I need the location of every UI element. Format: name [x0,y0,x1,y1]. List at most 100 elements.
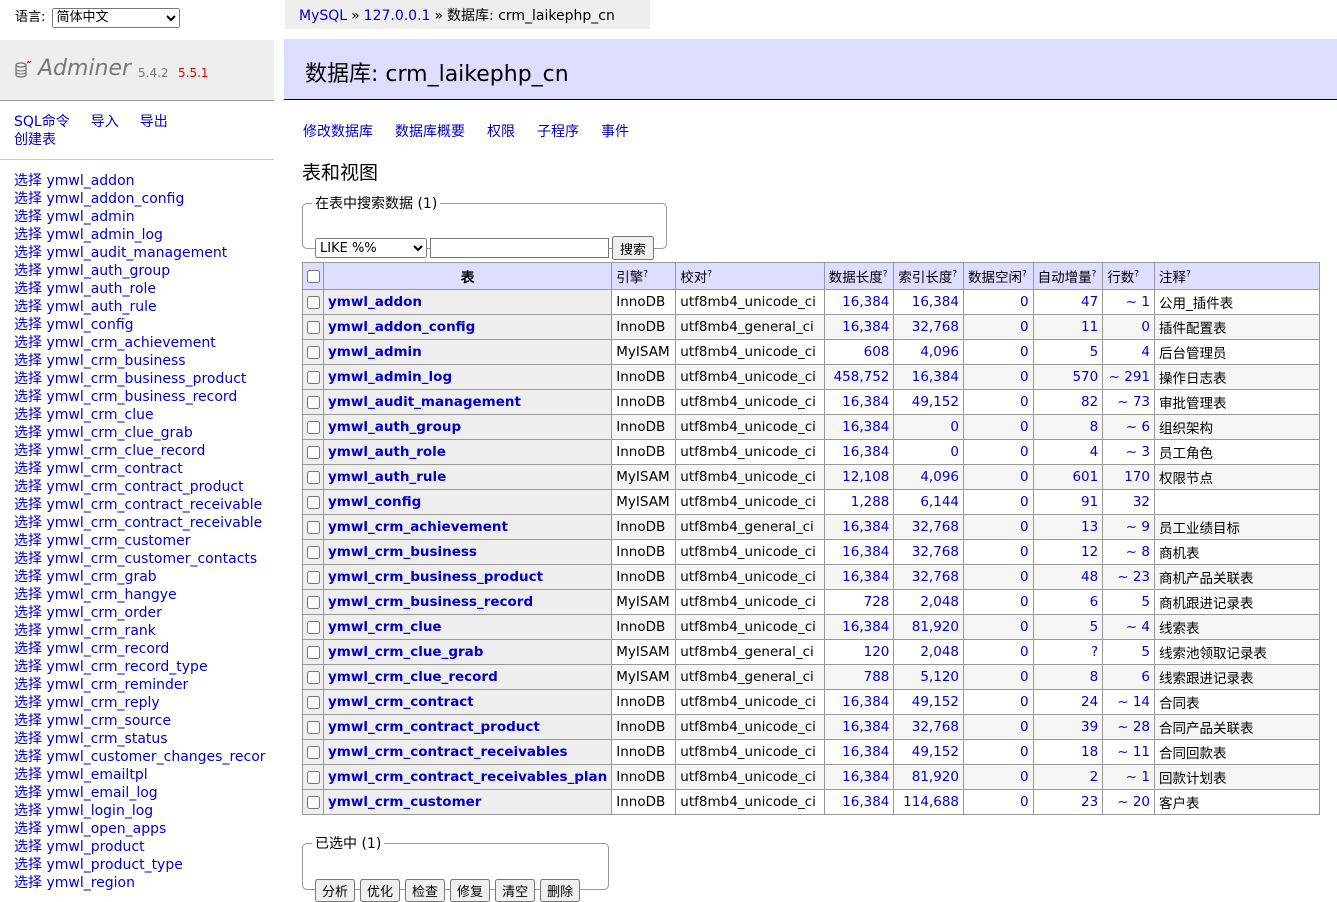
sidebar-select-link[interactable]: 选择 [14,587,42,603]
cell-data-length-link[interactable]: 16,384 [842,694,889,710]
cell-rows-link[interactable]: ~ 73 [1117,394,1150,410]
cell-index-length-link[interactable]: 81,920 [912,619,959,635]
cell-auto-increment-link[interactable]: 5 [1090,619,1099,635]
breadcrumb-server-link[interactable]: 127.0.0.1 [364,8,431,24]
sidebar-table-link[interactable]: ymwl_addon [46,173,134,189]
cell-data-free-link[interactable]: 0 [1020,794,1029,810]
help-link[interactable]: ? [883,270,888,280]
sidebar-table-link[interactable]: ymwl_email_log [46,785,157,801]
cell-data-free-link[interactable]: 0 [1020,569,1029,585]
sidebar-select-link[interactable]: 选择 [14,209,42,225]
table-name-link[interactable]: ymwl_auth_role [328,444,446,460]
sidebar-select-link[interactable]: 选择 [14,695,42,711]
sidebar-table-link[interactable]: ymwl_crm_customer [46,533,190,549]
help-link[interactable]: ? [1092,270,1097,280]
cell-data-length-link[interactable]: 16,384 [842,444,889,460]
cell-data-free-link[interactable]: 0 [1020,444,1029,460]
routines-link[interactable]: 子程序 [537,124,579,140]
cell-index-length-link[interactable]: 49,152 [912,744,959,760]
table-name-link[interactable]: ymwl_crm_contract_product [328,719,540,735]
table-name-link[interactable]: ymwl_crm_clue [328,619,442,635]
sidebar-select-link[interactable]: 选择 [14,749,42,765]
sidebar-table-link[interactable]: ymwl_crm_clue [46,407,153,423]
cell-data-free-link[interactable]: 0 [1020,344,1029,360]
sidebar-select-link[interactable]: 选择 [14,227,42,243]
cell-index-length-link[interactable]: 49,152 [912,394,959,410]
sidebar-select-link[interactable]: 选择 [14,533,42,549]
cell-index-length-link[interactable]: 2,048 [920,644,959,660]
cell-rows-link[interactable]: ~ 4 [1126,619,1150,635]
table-name-link[interactable]: ymwl_crm_contract_receivables_plan [328,769,607,785]
sidebar-table-link[interactable]: ymwl_product_type [46,857,182,873]
cell-data-length-link[interactable]: 608 [864,344,890,360]
cell-data-length-link[interactable]: 16,384 [842,769,889,785]
sidebar-table-link[interactable]: ymwl_crm_grab [46,569,156,585]
help-link[interactable]: ? [952,270,957,280]
sidebar-select-link[interactable]: 选择 [14,569,42,585]
cell-auto-increment-link[interactable]: 47 [1081,294,1098,310]
row-checkbox[interactable] [306,770,320,784]
cell-auto-increment-link[interactable]: ? [1091,644,1098,660]
cell-rows-link[interactable]: ~ 11 [1117,744,1150,760]
sidebar-select-link[interactable]: 选择 [14,389,42,405]
cell-auto-increment-link[interactable]: 8 [1090,669,1099,685]
cell-auto-increment-link[interactable]: 601 [1072,469,1098,485]
cell-rows-link[interactable]: 4 [1141,344,1150,360]
sidebar-select-link[interactable]: 选择 [14,839,42,855]
new-version-link[interactable]: 5.5.1 [178,66,209,80]
table-name-link[interactable]: ymwl_crm_business_product [328,569,543,585]
cell-data-free-link[interactable]: 0 [1020,769,1029,785]
help-link[interactable]: ? [707,270,712,280]
cell-data-length-link[interactable]: 788 [864,669,890,685]
row-checkbox[interactable] [306,670,320,684]
cell-rows-link[interactable]: ~ 20 [1117,794,1150,810]
sidebar-table-link[interactable]: ymwl_crm_contract_receivable [46,515,262,531]
table-name-link[interactable]: ymwl_crm_business [328,544,477,560]
help-link[interactable]: ? [1022,270,1027,280]
table-name-link[interactable]: ymwl_crm_customer [328,794,481,810]
sidebar-table-link[interactable]: ymwl_crm_business [46,353,185,369]
table-name-link[interactable]: ymwl_auth_rule [328,469,446,485]
cell-auto-increment-link[interactable]: 4 [1090,444,1099,460]
cell-data-free-link[interactable]: 0 [1020,519,1029,535]
help-link[interactable]: ? [643,270,648,280]
repair-button[interactable]: 修复 [450,879,491,902]
cell-data-free-link[interactable]: 0 [1020,719,1029,735]
sidebar-table-link[interactable]: ymwl_crm_business_record [46,389,237,405]
cell-index-length-link[interactable]: 16,384 [912,369,959,385]
cell-auto-increment-link[interactable]: 11 [1081,319,1098,335]
search-operator-select[interactable]: LIKE %% [315,238,427,258]
row-checkbox[interactable] [306,395,320,409]
sidebar-table-link[interactable]: ymwl_crm_hangye [46,587,176,603]
row-checkbox[interactable] [306,470,320,484]
table-name-link[interactable]: ymwl_auth_group [328,419,461,435]
help-link[interactable]: ? [1186,270,1191,280]
sidebar-table-link[interactable]: ymwl_crm_order [46,605,161,621]
row-checkbox[interactable] [306,420,320,434]
cell-rows-link[interactable]: ~ 9 [1126,519,1150,535]
row-checkbox[interactable] [306,445,320,459]
sidebar-select-link[interactable]: 选择 [14,497,42,513]
sidebar-table-link[interactable]: ymwl_crm_contract_receivable [46,497,262,513]
language-select[interactable]: 简体中文 [51,7,180,28]
table-name-link[interactable]: ymwl_config [328,494,421,510]
row-checkbox[interactable] [306,570,320,584]
analyze-button[interactable]: 分析 [315,879,356,902]
cell-index-length-link[interactable]: 16,384 [912,294,959,310]
cell-index-length-link[interactable]: 32,768 [912,719,959,735]
sidebar-table-link[interactable]: ymwl_login_log [46,803,153,819]
sidebar-select-link[interactable]: 选择 [14,425,42,441]
cell-rows-link[interactable]: ~ 1 [1126,294,1150,310]
cell-data-length-link[interactable]: 16,384 [842,744,889,760]
table-name-link[interactable]: ymwl_admin_log [328,369,452,385]
sidebar-select-link[interactable]: 选择 [14,605,42,621]
cell-rows-link[interactable]: 32 [1133,494,1150,510]
sidebar-select-link[interactable]: 选择 [14,785,42,801]
sidebar-table-link[interactable]: ymwl_crm_contract [46,461,182,477]
cell-data-free-link[interactable]: 0 [1020,594,1029,610]
sidebar-table-link[interactable]: ymwl_auth_rule [46,299,156,315]
cell-data-free-link[interactable]: 0 [1020,494,1029,510]
cell-data-length-link[interactable]: 16,384 [842,394,889,410]
cell-data-free-link[interactable]: 0 [1020,469,1029,485]
privileges-link[interactable]: 权限 [487,124,515,140]
